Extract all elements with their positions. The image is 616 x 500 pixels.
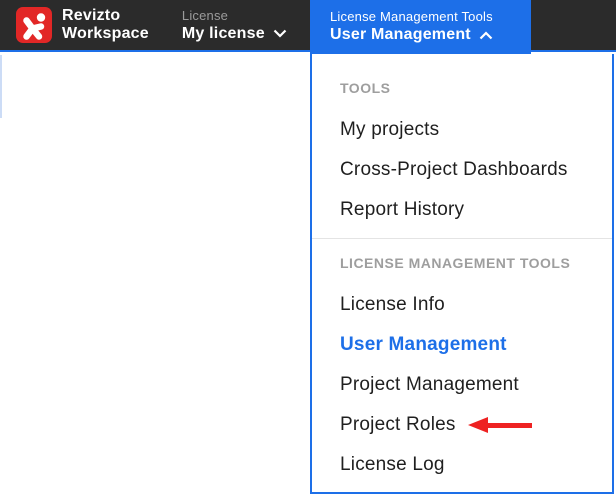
menu-item-label: License Info	[340, 294, 445, 315]
menu-item-project-management[interactable]: Project Management	[312, 365, 612, 405]
brand-line1: Revizto	[62, 7, 121, 24]
brand-line2: Workspace	[62, 25, 149, 42]
brand-wordmark: Revizto Workspace	[62, 7, 149, 43]
section-header-tools: TOOLS	[340, 80, 391, 96]
section-header-license-management-tools: LICENSE MANAGEMENT TOOLS	[340, 255, 571, 271]
license-switcher-label: License	[181, 7, 229, 23]
license-switcher-value: My license	[181, 24, 265, 42]
red-arrow-annotation-icon	[467, 417, 532, 433]
menu-item-license-log[interactable]: License Log	[312, 445, 612, 485]
menu-item-label: Project Management	[340, 374, 519, 395]
menu-item-project-roles[interactable]: Project Roles	[312, 405, 612, 445]
app-window: Revizto Workspace License My license Lic…	[0, 0, 616, 500]
revizto-logo-icon	[16, 7, 52, 43]
active-tab-group-label: License Management Tools	[330, 9, 493, 24]
license-switcher-dropdown[interactable]: License My license	[182, 8, 287, 43]
menu-item-label: My projects	[340, 119, 440, 140]
left-edge-highlight	[0, 55, 2, 118]
menu-item-report-history[interactable]: Report History	[312, 190, 612, 230]
menu-item-label: Cross-Project Dashboards	[340, 159, 568, 180]
top-navigation-bar: Revizto Workspace License My license Lic…	[0, 0, 616, 54]
navigation-dropdown-menu: TOOLS My projects Cross-Project Dashboar…	[310, 54, 614, 494]
menu-section-tools: TOOLS My projects Cross-Project Dashboar…	[312, 54, 612, 230]
menu-item-cross-project-dashboards[interactable]: Cross-Project Dashboards	[312, 150, 612, 190]
chevron-up-icon	[479, 30, 493, 39]
active-tab-value: User Management	[330, 26, 471, 43]
menu-section-license-management-tools: LICENSE MANAGEMENT TOOLS License Info Us…	[312, 239, 612, 485]
menu-item-label: Project Roles	[340, 414, 456, 435]
menu-item-label: License Log	[340, 454, 445, 475]
menu-item-label: User Management	[340, 334, 507, 355]
menu-item-license-info[interactable]: License Info	[312, 285, 612, 325]
brand-home-link[interactable]: Revizto Workspace	[16, 7, 149, 43]
tab-user-management[interactable]: License Management Tools User Management	[310, 0, 531, 54]
menu-item-label: Report History	[340, 199, 465, 220]
menu-item-user-management[interactable]: User Management	[312, 325, 612, 365]
menu-item-my-projects[interactable]: My projects	[312, 110, 612, 150]
chevron-down-icon	[273, 29, 287, 38]
